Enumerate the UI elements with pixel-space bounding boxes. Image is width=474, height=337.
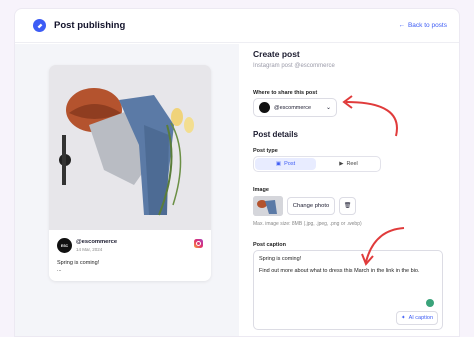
- caption-label: Post caption: [253, 242, 287, 248]
- back-link-label: Back to posts: [407, 22, 447, 29]
- preview-caption: Spring is coming!: [57, 260, 100, 266]
- image-hint: Max. image size: 8MB (.jpg, .jpeg, .png …: [253, 221, 362, 227]
- share-label: Where to share this post: [253, 90, 318, 96]
- caption-textarea[interactable]: Spring is coming! Find out more about wh…: [253, 250, 443, 330]
- form-panel: Create post Instagram post @escommerce W…: [239, 44, 459, 336]
- post-preview-image: [49, 65, 211, 230]
- top-bar: Post publishing ← Back to posts: [15, 9, 459, 43]
- trash-icon: 🗑: [343, 203, 352, 209]
- caption-line-1: Spring is coming!: [259, 256, 302, 262]
- post-icon: ▣: [275, 161, 282, 167]
- page-title: Post publishing: [54, 20, 126, 31]
- sparkle-icon: ✦: [400, 315, 406, 321]
- delete-image-button[interactable]: 🗑: [339, 197, 356, 215]
- account-select-value: @escommerce: [274, 104, 312, 111]
- post-details-title: Post details: [253, 130, 298, 139]
- preview-ellipsis: ...: [57, 267, 62, 273]
- form-header: Create post Instagram post @escommerce: [253, 49, 335, 69]
- app-window: Post publishing ← Back to posts ESC @esc…: [14, 8, 460, 337]
- form-title: Create post: [253, 49, 300, 59]
- post-preview-card: ESC @escommerce 14 Mar, 2024 Spring is c…: [49, 65, 211, 281]
- instagram-icon: [194, 239, 203, 248]
- app-logo-icon: [33, 19, 46, 32]
- image-thumbnail: [253, 196, 283, 216]
- preview-date: 14 Mar, 2024: [76, 247, 103, 252]
- chevron-down-icon: ⌄: [325, 105, 331, 111]
- post-type-post-label: Post: [284, 161, 296, 167]
- post-type-post[interactable]: ▣ Post: [255, 158, 316, 170]
- post-type-label: Post type: [253, 148, 278, 154]
- post-type-reel[interactable]: ▶ Reel: [318, 158, 379, 170]
- ai-caption-button[interactable]: ✦ AI caption: [396, 311, 438, 325]
- preview-account-name: @escommerce: [76, 239, 118, 245]
- form-subtitle: Instagram post @escommerce: [253, 63, 335, 69]
- arrow-left-icon: ←: [398, 22, 405, 29]
- post-preview-footer: ESC @escommerce 14 Mar, 2024 Spring is c…: [49, 230, 211, 281]
- reel-icon: ▶: [339, 161, 344, 167]
- change-photo-button[interactable]: Change photo: [287, 197, 335, 215]
- account-select[interactable]: @escommerce ⌄: [253, 98, 337, 117]
- ai-caption-label: AI caption: [408, 315, 434, 321]
- post-type-toggle: ▣ Post ▶ Reel: [253, 156, 381, 172]
- image-label: Image: [253, 187, 269, 193]
- avatar: [259, 102, 270, 113]
- caption-line-2: Find out more about what to dress this M…: [259, 268, 420, 274]
- back-to-posts-link[interactable]: ← Back to posts: [398, 22, 447, 29]
- post-type-reel-label: Reel: [346, 161, 358, 167]
- grammar-icon[interactable]: [426, 299, 434, 307]
- avatar: ESC: [57, 238, 72, 253]
